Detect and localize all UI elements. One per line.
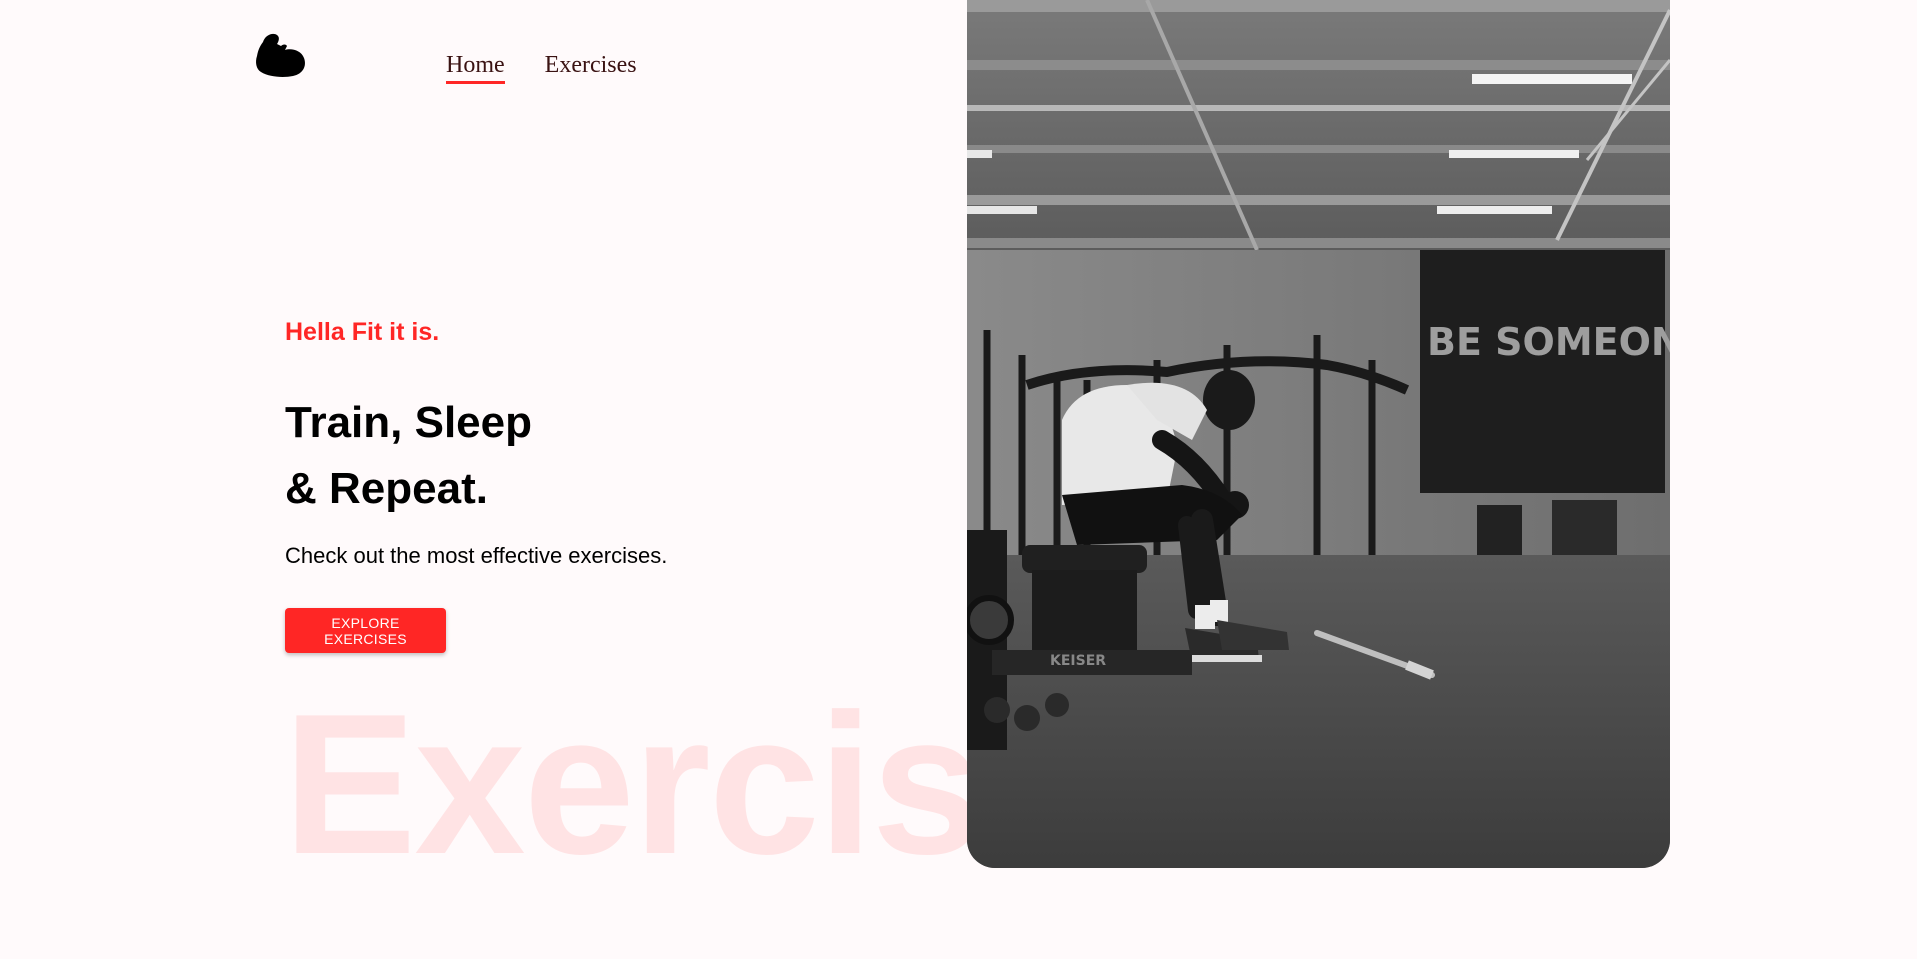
hero-tagline: Hella Fit it is. — [285, 318, 440, 346]
headline-line-1: Train, Sleep — [285, 398, 532, 447]
home-page: Home Exercises Exercise Hella Fit it is.… — [0, 0, 1917, 959]
hero-subtext: Check out the most effective exercises. — [285, 543, 668, 568]
nav-link-exercises[interactable]: Exercises — [545, 52, 637, 84]
hero-headline: Train, Sleep & Repeat. — [285, 390, 532, 522]
equipment-brand-text: KEISER — [1050, 653, 1106, 669]
explore-exercises-button[interactable]: EXPLORE EXERCISES — [285, 608, 446, 653]
bicep-logo-icon[interactable] — [255, 32, 307, 78]
nav-link-home[interactable]: Home — [446, 52, 505, 84]
main-nav: Home Exercises — [446, 52, 637, 84]
wall-sign-text: BE SOMEONE — [1427, 320, 1670, 364]
headline-line-2: & Repeat. — [285, 464, 488, 513]
hero-gym-photo: BE SOMEONE KEISER — [967, 0, 1670, 868]
